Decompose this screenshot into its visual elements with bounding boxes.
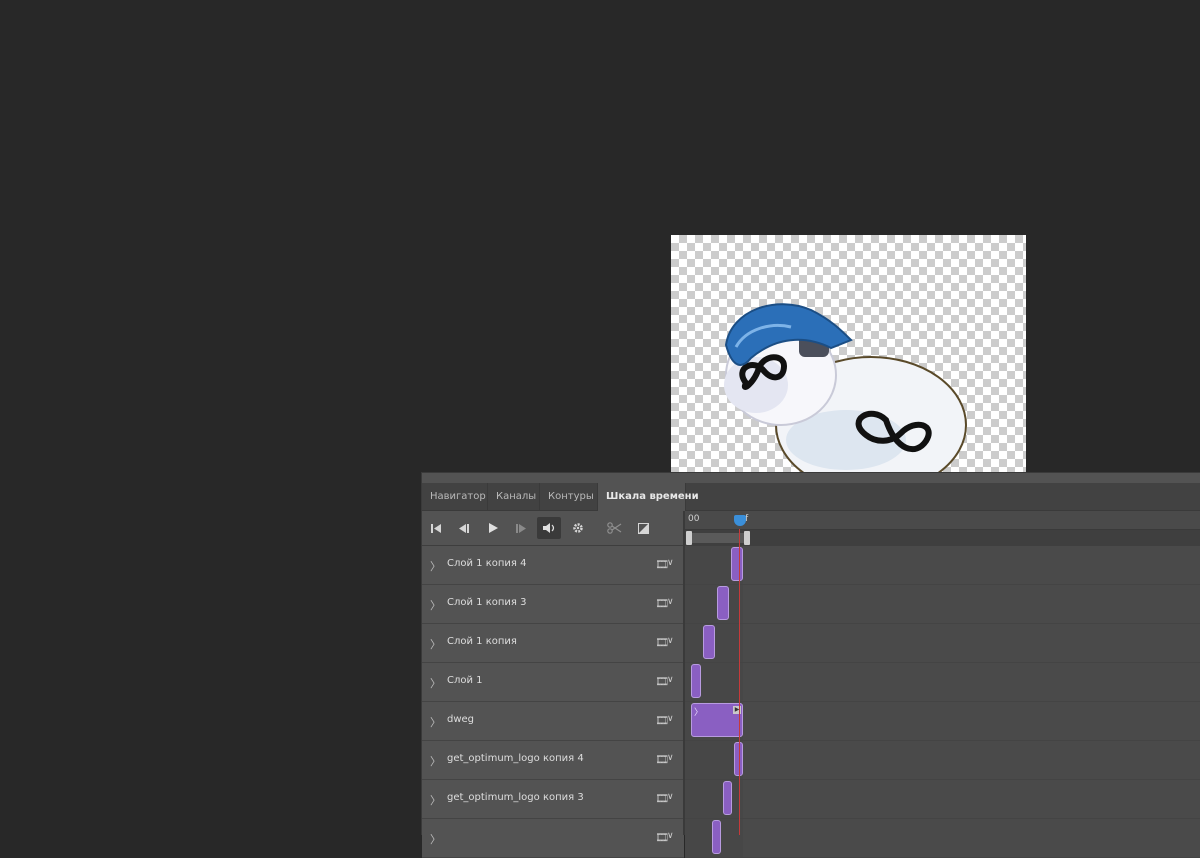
previous-frame-icon[interactable] [452,517,476,539]
tab-navigator[interactable]: Навигатор [422,483,488,510]
chevron-right-icon[interactable]: 〉 [430,636,441,652]
track-row [685,780,1200,819]
chevron-right-icon[interactable]: 〉 [430,675,441,691]
work-area-bar[interactable] [685,530,1200,547]
transition-icon[interactable] [631,517,655,539]
layer-row[interactable]: 〉 Слой 1 копия 🎞 ∨ [422,624,684,663]
work-area-start-handle[interactable] [686,531,692,545]
gear-icon[interactable] [566,517,590,539]
play-icon[interactable] [481,517,505,539]
layer-clip[interactable] [712,820,721,854]
layer-clip[interactable] [703,625,715,659]
track-row [685,624,1200,663]
layer-row[interactable]: 〉 Слой 1 🎞 ∨ [422,663,684,702]
layer-name: Слой 1 [447,675,483,686]
layer-name: get_optimum_logo копия 4 [447,753,584,764]
skip-to-start-icon[interactable] [424,517,448,539]
chevron-down-icon[interactable]: ∨ [667,597,674,607]
layer-row[interactable]: 〉 get_optimum_logo копия 3 🎞 ∨ [422,780,684,819]
chevron-down-icon[interactable]: ∨ [667,675,674,685]
chevron-right-icon[interactable]: 〉 [430,558,441,574]
layer-row[interactable]: 〉 dweg 🎞 ∨ [422,702,684,741]
track-row [685,663,1200,702]
playhead-line [739,529,740,835]
chevron-right-icon[interactable]: 〉 [430,753,441,769]
layer-row[interactable]: 〉 Слой 1 копия 4 🎞 ∨ [422,546,684,585]
panel-tab-bar: Навигатор Каналы Контуры Шкала времени [422,483,1200,511]
mascot-artwork [724,303,967,475]
tab-channels[interactable]: Каналы [488,483,540,510]
chevron-down-icon[interactable]: ∨ [667,558,674,568]
chevron-down-icon[interactable]: ∨ [667,714,674,724]
track-row: 〉 ▶ [685,702,1200,741]
layer-clip[interactable]: 〉 ▶ [691,703,743,737]
track-row [685,819,1200,858]
work-area-end-handle[interactable] [744,531,750,545]
layer-clip[interactable] [723,781,732,815]
layer-clip[interactable] [691,664,701,698]
ruler-start-label: 00 [688,514,700,524]
track-row [685,585,1200,624]
layer-list: 〉 Слой 1 копия 4 🎞 ∨ 〉 Слой 1 копия 3 🎞 ∨ … [422,546,684,858]
layer-clip[interactable] [731,547,743,581]
time-ruler[interactable]: 00 f [685,511,1200,530]
layer-row[interactable]: 〉 🎞 ∨ [422,819,684,858]
chevron-right-icon[interactable]: 〉 [430,597,441,613]
track-row [685,741,1200,780]
layer-name: Слой 1 копия [447,636,517,647]
timeline-panel: Навигатор Каналы Контуры Шкала времени 〉… [421,472,1200,858]
tab-paths[interactable]: Контуры [540,483,598,510]
chevron-right-icon[interactable]: 〉 [694,705,703,718]
layer-clip[interactable] [717,586,729,620]
chevron-down-icon[interactable]: ∨ [667,753,674,763]
layer-name: get_optimum_logo копия 3 [447,792,584,803]
chevron-down-icon[interactable]: ∨ [667,636,674,646]
chevron-right-icon[interactable]: 〉 [430,714,441,730]
layer-row[interactable]: 〉 Слой 1 копия 3 🎞 ∨ [422,585,684,624]
tab-timeline[interactable]: Шкала времени [598,483,699,511]
chevron-right-icon[interactable]: 〉 [430,831,441,847]
layer-name: Слой 1 копия 3 [447,597,527,608]
layer-name: dweg [447,714,475,725]
chevron-down-icon[interactable]: ∨ [667,792,674,802]
timeline-tracks: 〉 ▶ [685,546,1200,858]
next-frame-icon[interactable] [509,517,533,539]
playback-controls [422,511,683,546]
chevron-right-icon[interactable]: 〉 [430,792,441,808]
scissors-icon[interactable] [602,517,626,539]
track-row [685,546,1200,585]
speaker-icon[interactable] [537,517,561,539]
document-canvas[interactable] [671,235,1026,475]
work-area-range[interactable] [687,533,747,543]
layer-name: Слой 1 копия 4 [447,558,527,569]
layer-row[interactable]: 〉 get_optimum_logo копия 4 🎞 ∨ [422,741,684,780]
chevron-down-icon[interactable]: ∨ [667,831,674,841]
